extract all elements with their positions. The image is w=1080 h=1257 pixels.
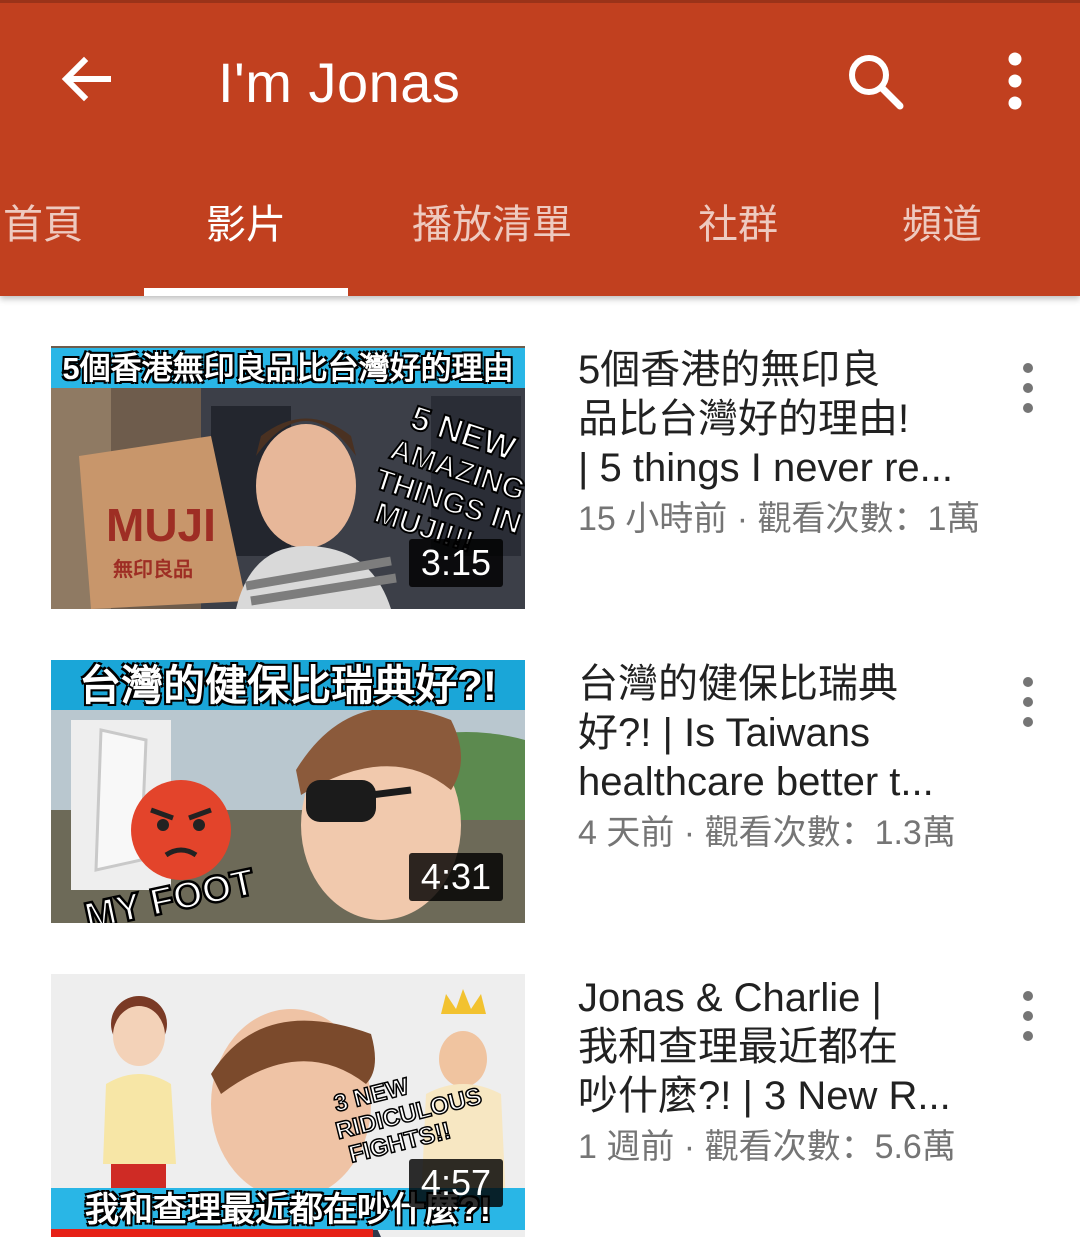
video-menu-button[interactable] bbox=[1012, 672, 1044, 732]
video-duration: 4:31 bbox=[408, 853, 503, 901]
video-stats: 15 小時前 · 觀看次數：1萬 bbox=[578, 500, 981, 538]
video-title-line: 吵什麼?! | 3 New R... bbox=[578, 1074, 951, 1118]
back-button[interactable] bbox=[54, 46, 120, 112]
video-menu-button[interactable] bbox=[1012, 986, 1044, 1046]
video-title-line: 台灣的健保比瑞典 bbox=[578, 662, 898, 706]
video-thumbnail[interactable]: MY FOOT 台灣的健保比瑞典好?! 4:31 bbox=[51, 660, 525, 923]
video-title-line: 好?! | Is Taiwans bbox=[578, 711, 870, 755]
video-title-line: 品比台灣好的理由! bbox=[578, 397, 910, 441]
thumbnail-caption: 台灣的健保比瑞典好?! bbox=[79, 662, 497, 709]
svg-text:MUJI: MUJI bbox=[106, 499, 216, 551]
video-title-line: | 5 things I never re... bbox=[578, 446, 954, 490]
video-stats: 1 週前 · 觀看次數：5.6萬 bbox=[578, 1128, 956, 1166]
video-thumbnail[interactable]: 3 NEW RIDICULOUS FIGHTS!! 我和查理最近都在吵什麼?! … bbox=[51, 974, 525, 1237]
video-duration: 4:57 bbox=[408, 1159, 503, 1207]
video-title-line: 5個香港的無印良 bbox=[578, 348, 881, 392]
video-thumbnail[interactable]: MUJI 無印良品 5 NEW AMAZING THINGS IN MUJI!!… bbox=[51, 346, 525, 609]
video-list-item[interactable]: MY FOOT 台灣的健保比瑞典好?! 4:31 台灣的健保比瑞典 好?! | … bbox=[0, 660, 1080, 928]
video-duration: 3:15 bbox=[408, 539, 503, 587]
video-list-item[interactable]: 3 NEW RIDICULOUS FIGHTS!! 我和查理最近都在吵什麼?! … bbox=[0, 974, 1080, 1242]
tab-bar: 首頁 影片 播放清單 社群 頻道 bbox=[0, 176, 1080, 296]
tab-channels[interactable]: 頻道 bbox=[870, 176, 1014, 276]
tab-home[interactable]: 首頁 bbox=[0, 176, 96, 276]
video-title-line: healthcare better t... bbox=[578, 760, 934, 804]
more-vert-icon bbox=[1008, 52, 1022, 110]
svg-text:無印良品: 無印良品 bbox=[113, 557, 193, 581]
video-stats: 4 天前 · 觀看次數：1.3萬 bbox=[578, 814, 956, 852]
channel-title: I'm Jonas bbox=[218, 51, 461, 114]
tab-playlists[interactable]: 播放清單 bbox=[390, 176, 594, 276]
app-bar: I'm Jonas 首頁 影片 播放清單 社群 頻道 bbox=[0, 0, 1080, 296]
more-options-button[interactable] bbox=[990, 48, 1040, 114]
active-tab-indicator bbox=[144, 288, 348, 296]
video-title-line: 我和查理最近都在 bbox=[578, 1025, 898, 1069]
status-divider bbox=[0, 0, 1080, 3]
more-vert-icon bbox=[1023, 991, 1033, 1041]
more-vert-icon bbox=[1023, 677, 1033, 727]
video-meta[interactable]: 台灣的健保比瑞典 好?! | Is Taiwans healthcare bet… bbox=[578, 660, 978, 857]
video-meta[interactable]: Jonas & Charlie | 我和查理最近都在 吵什麼?! | 3 New… bbox=[578, 974, 978, 1171]
video-menu-button[interactable] bbox=[1012, 358, 1044, 418]
watch-progress-bar bbox=[51, 1229, 374, 1237]
search-icon bbox=[849, 55, 904, 110]
video-list-item[interactable]: MUJI 無印良品 5 NEW AMAZING THINGS IN MUJI!!… bbox=[0, 346, 1080, 614]
arrow-left-icon bbox=[61, 56, 111, 102]
video-meta[interactable]: 5個香港的無印良 品比台灣好的理由! | 5 things I never re… bbox=[578, 346, 981, 543]
search-button[interactable] bbox=[842, 48, 908, 114]
tab-community[interactable]: 社群 bbox=[666, 176, 810, 276]
more-vert-icon bbox=[1023, 363, 1033, 413]
tab-videos[interactable]: 影片 bbox=[144, 176, 348, 276]
thumbnail-caption: 5個香港無印良品比台灣好的理由 bbox=[62, 351, 514, 386]
video-title-line: Jonas & Charlie | bbox=[578, 976, 882, 1020]
